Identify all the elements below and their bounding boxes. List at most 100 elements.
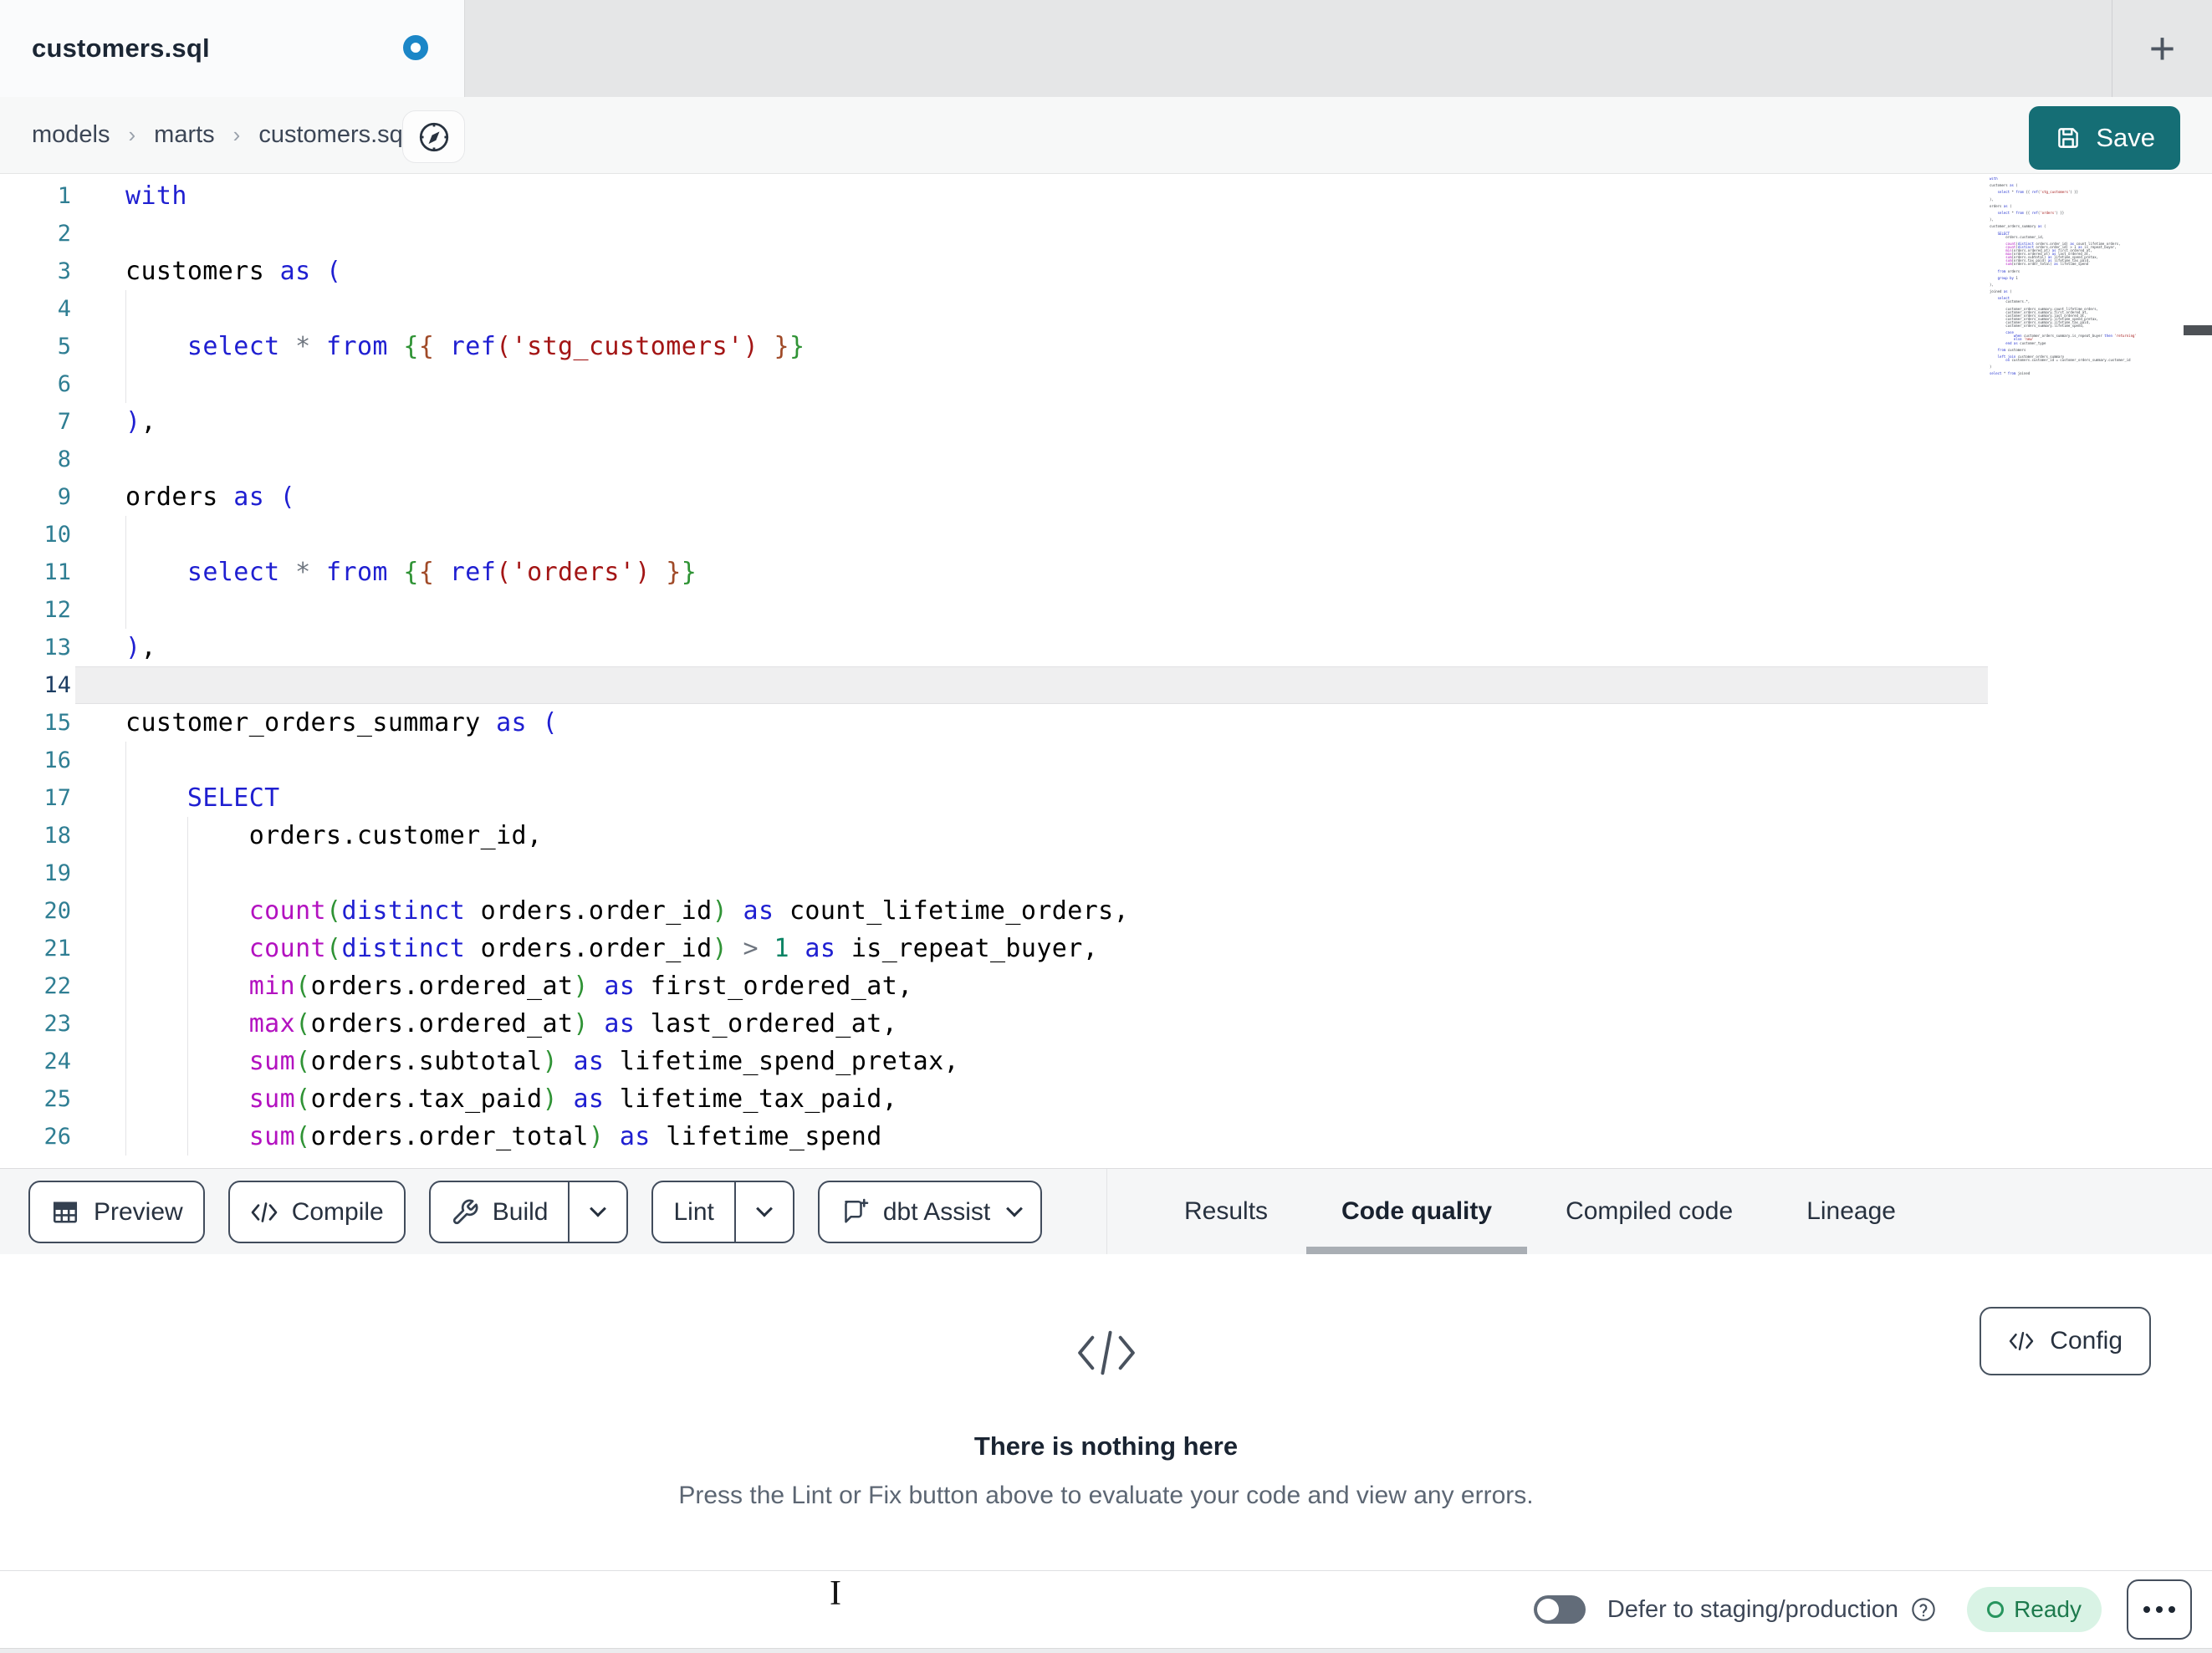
code-line[interactable]: 3 customers as ( (0, 253, 1988, 290)
compile-button[interactable]: Compile (227, 1181, 406, 1243)
code-brackets-icon (1072, 1324, 1141, 1385)
status-label: Ready (2014, 1596, 2082, 1622)
line-number: 14 (43, 672, 71, 698)
build-button[interactable]: Build (428, 1181, 629, 1243)
code-text: min(orders.ordered_at) as first_ordered_… (248, 972, 913, 1001)
code-text: sum(orders.order_total) as lifetime_spen… (248, 1122, 882, 1151)
ide-status-badge[interactable]: Ready (1967, 1587, 2102, 1632)
code-editor[interactable]: 1 with 2 3 customers as ( 4 5 select * from {{… (0, 174, 2212, 1168)
code-lines: 1 with 2 3 customers as ( 4 5 select * from {{… (0, 177, 1988, 1156)
save-button-label: Save (2096, 123, 2155, 152)
lint-button[interactable]: Lint (651, 1181, 794, 1243)
lint-label: Lint (673, 1197, 714, 1226)
help-icon[interactable] (1910, 1596, 1937, 1623)
plus-icon: + (2148, 23, 2176, 74)
line-number: 11 (43, 559, 71, 585)
code-line[interactable]: 9 orders as ( (0, 478, 1988, 516)
chevron-down-icon (590, 1200, 607, 1217)
code-text: count(distinct orders.order_id) as count… (248, 896, 1130, 926)
breadcrumb-item-customers-sql: customers.sql (258, 121, 409, 148)
line-number: 3 (57, 258, 71, 284)
more-options-button[interactable] (2127, 1579, 2192, 1640)
ellipsis-icon (2143, 1606, 2150, 1613)
code-text: ), (125, 633, 156, 662)
preview-button[interactable]: Preview (28, 1181, 205, 1243)
defer-toggle[interactable] (1533, 1595, 1586, 1624)
line-number: 20 (43, 898, 71, 924)
tab-compiled-code[interactable]: Compiled code (1564, 1169, 1734, 1254)
code-line[interactable]: 2 (0, 215, 1988, 253)
line-number: 23 (43, 1011, 71, 1037)
dbt-assist-label: dbt Assist (882, 1197, 991, 1226)
code-line[interactable]: 11 select * from {{ ref('orders') }} (0, 554, 1988, 591)
code-line[interactable]: 12 (0, 591, 1988, 629)
defer-label: Defer to staging/production (1607, 1595, 1899, 1623)
assist-icon (840, 1197, 870, 1227)
code-text: count(distinct orders.order_id) > 1 as i… (248, 934, 1099, 963)
code-text: ), (125, 407, 156, 436)
line-number: 9 (57, 484, 71, 510)
code-text: orders as ( (125, 482, 296, 512)
config-button[interactable]: Config (1980, 1307, 2151, 1375)
tab-lineage[interactable]: Lineage (1805, 1169, 1898, 1254)
lint-dropdown-button[interactable] (733, 1182, 793, 1242)
code-line[interactable]: 10 (0, 516, 1988, 554)
scrollbar-thumb[interactable] (2184, 325, 2212, 335)
code-line[interactable]: 14 (0, 666, 1988, 704)
compass-icon (416, 119, 452, 156)
code-line[interactable]: 25 sum(orders.tax_paid) as lifetime_tax_… (0, 1080, 1988, 1118)
file-tab-customers-sql[interactable]: customers.sql (0, 0, 465, 97)
code-line[interactable]: 23 max(orders.ordered_at) as last_ordere… (0, 1005, 1988, 1043)
code-line[interactable]: 13), (0, 629, 1988, 666)
breadcrumb: models › marts › customers.sql (32, 97, 408, 173)
code-line[interactable]: 26 sum(orders.order_total) as lifetime_s… (0, 1118, 1988, 1156)
empty-state-title: There is nothing here (973, 1431, 1239, 1461)
line-number: 22 (43, 973, 71, 999)
minimap-line: select * from joined (1990, 371, 2031, 376)
code-line[interactable]: 5 select * from {{ ref('stg_customers') … (0, 328, 1988, 365)
chevron-down-icon (755, 1200, 773, 1217)
tab-results[interactable]: Results (1183, 1169, 1269, 1254)
code-text: with (125, 181, 187, 211)
line-number: 4 (57, 296, 71, 322)
code-text: orders.customer_id, (248, 821, 543, 850)
code-line[interactable]: 6 (0, 365, 1988, 403)
code-line[interactable]: 17 SELECT (0, 779, 1988, 817)
preview-label: Preview (94, 1197, 183, 1226)
navigate-file-button[interactable] (402, 110, 465, 163)
line-number: 8 (57, 446, 71, 472)
indent-guide (125, 591, 126, 629)
code-line[interactable]: 24 sum(orders.subtotal) as lifetime_spen… (0, 1043, 1988, 1080)
code-line[interactable]: 8 (0, 441, 1988, 478)
dbt-assist-button[interactable]: dbt Assist (817, 1181, 1043, 1243)
tab-code-quality[interactable]: Code quality (1306, 1169, 1528, 1254)
dbt-ide-window: customers.sql + models › marts › customers.s… (0, 0, 2212, 1653)
toggle-knob-icon (1536, 1599, 1559, 1620)
code-line[interactable]: 4 (0, 290, 1988, 328)
save-button[interactable]: Save (2029, 106, 2180, 170)
code-line[interactable]: 16 (0, 742, 1988, 779)
line-number: 16 (43, 747, 71, 773)
breadcrumb-separator-icon: › (232, 122, 241, 147)
code-line[interactable]: 15 customer_orders_summary as ( (0, 704, 1988, 742)
line-number: 19 (43, 860, 71, 886)
code-text: customer_orders_summary as ( (125, 708, 558, 737)
line-number: 25 (43, 1086, 71, 1112)
new-tab-button[interactable]: + (2112, 0, 2212, 97)
line-number: 24 (43, 1048, 71, 1074)
code-line[interactable]: 1 with (0, 177, 1988, 215)
line-number: 12 (43, 597, 71, 623)
wrench-icon (451, 1198, 479, 1227)
build-dropdown-button[interactable] (568, 1182, 626, 1242)
code-line[interactable]: 18 orders.customer_id, (0, 817, 1988, 855)
code-line[interactable]: 21 count(distinct orders.order_id) > 1 a… (0, 930, 1988, 967)
code-line[interactable]: 19 (0, 855, 1988, 892)
code-text: SELECT (186, 783, 280, 813)
build-label: Build (492, 1197, 549, 1226)
code-line[interactable]: 22 min(orders.ordered_at) as first_order… (0, 967, 1988, 1005)
code-line[interactable]: 7), (0, 403, 1988, 441)
minimap[interactable]: with customers as ( select * from {{ ref… (1990, 177, 2184, 375)
line-number: 7 (57, 409, 71, 435)
line-number: 13 (43, 635, 71, 661)
code-line[interactable]: 20 count(distinct orders.order_id) as co… (0, 892, 1988, 930)
